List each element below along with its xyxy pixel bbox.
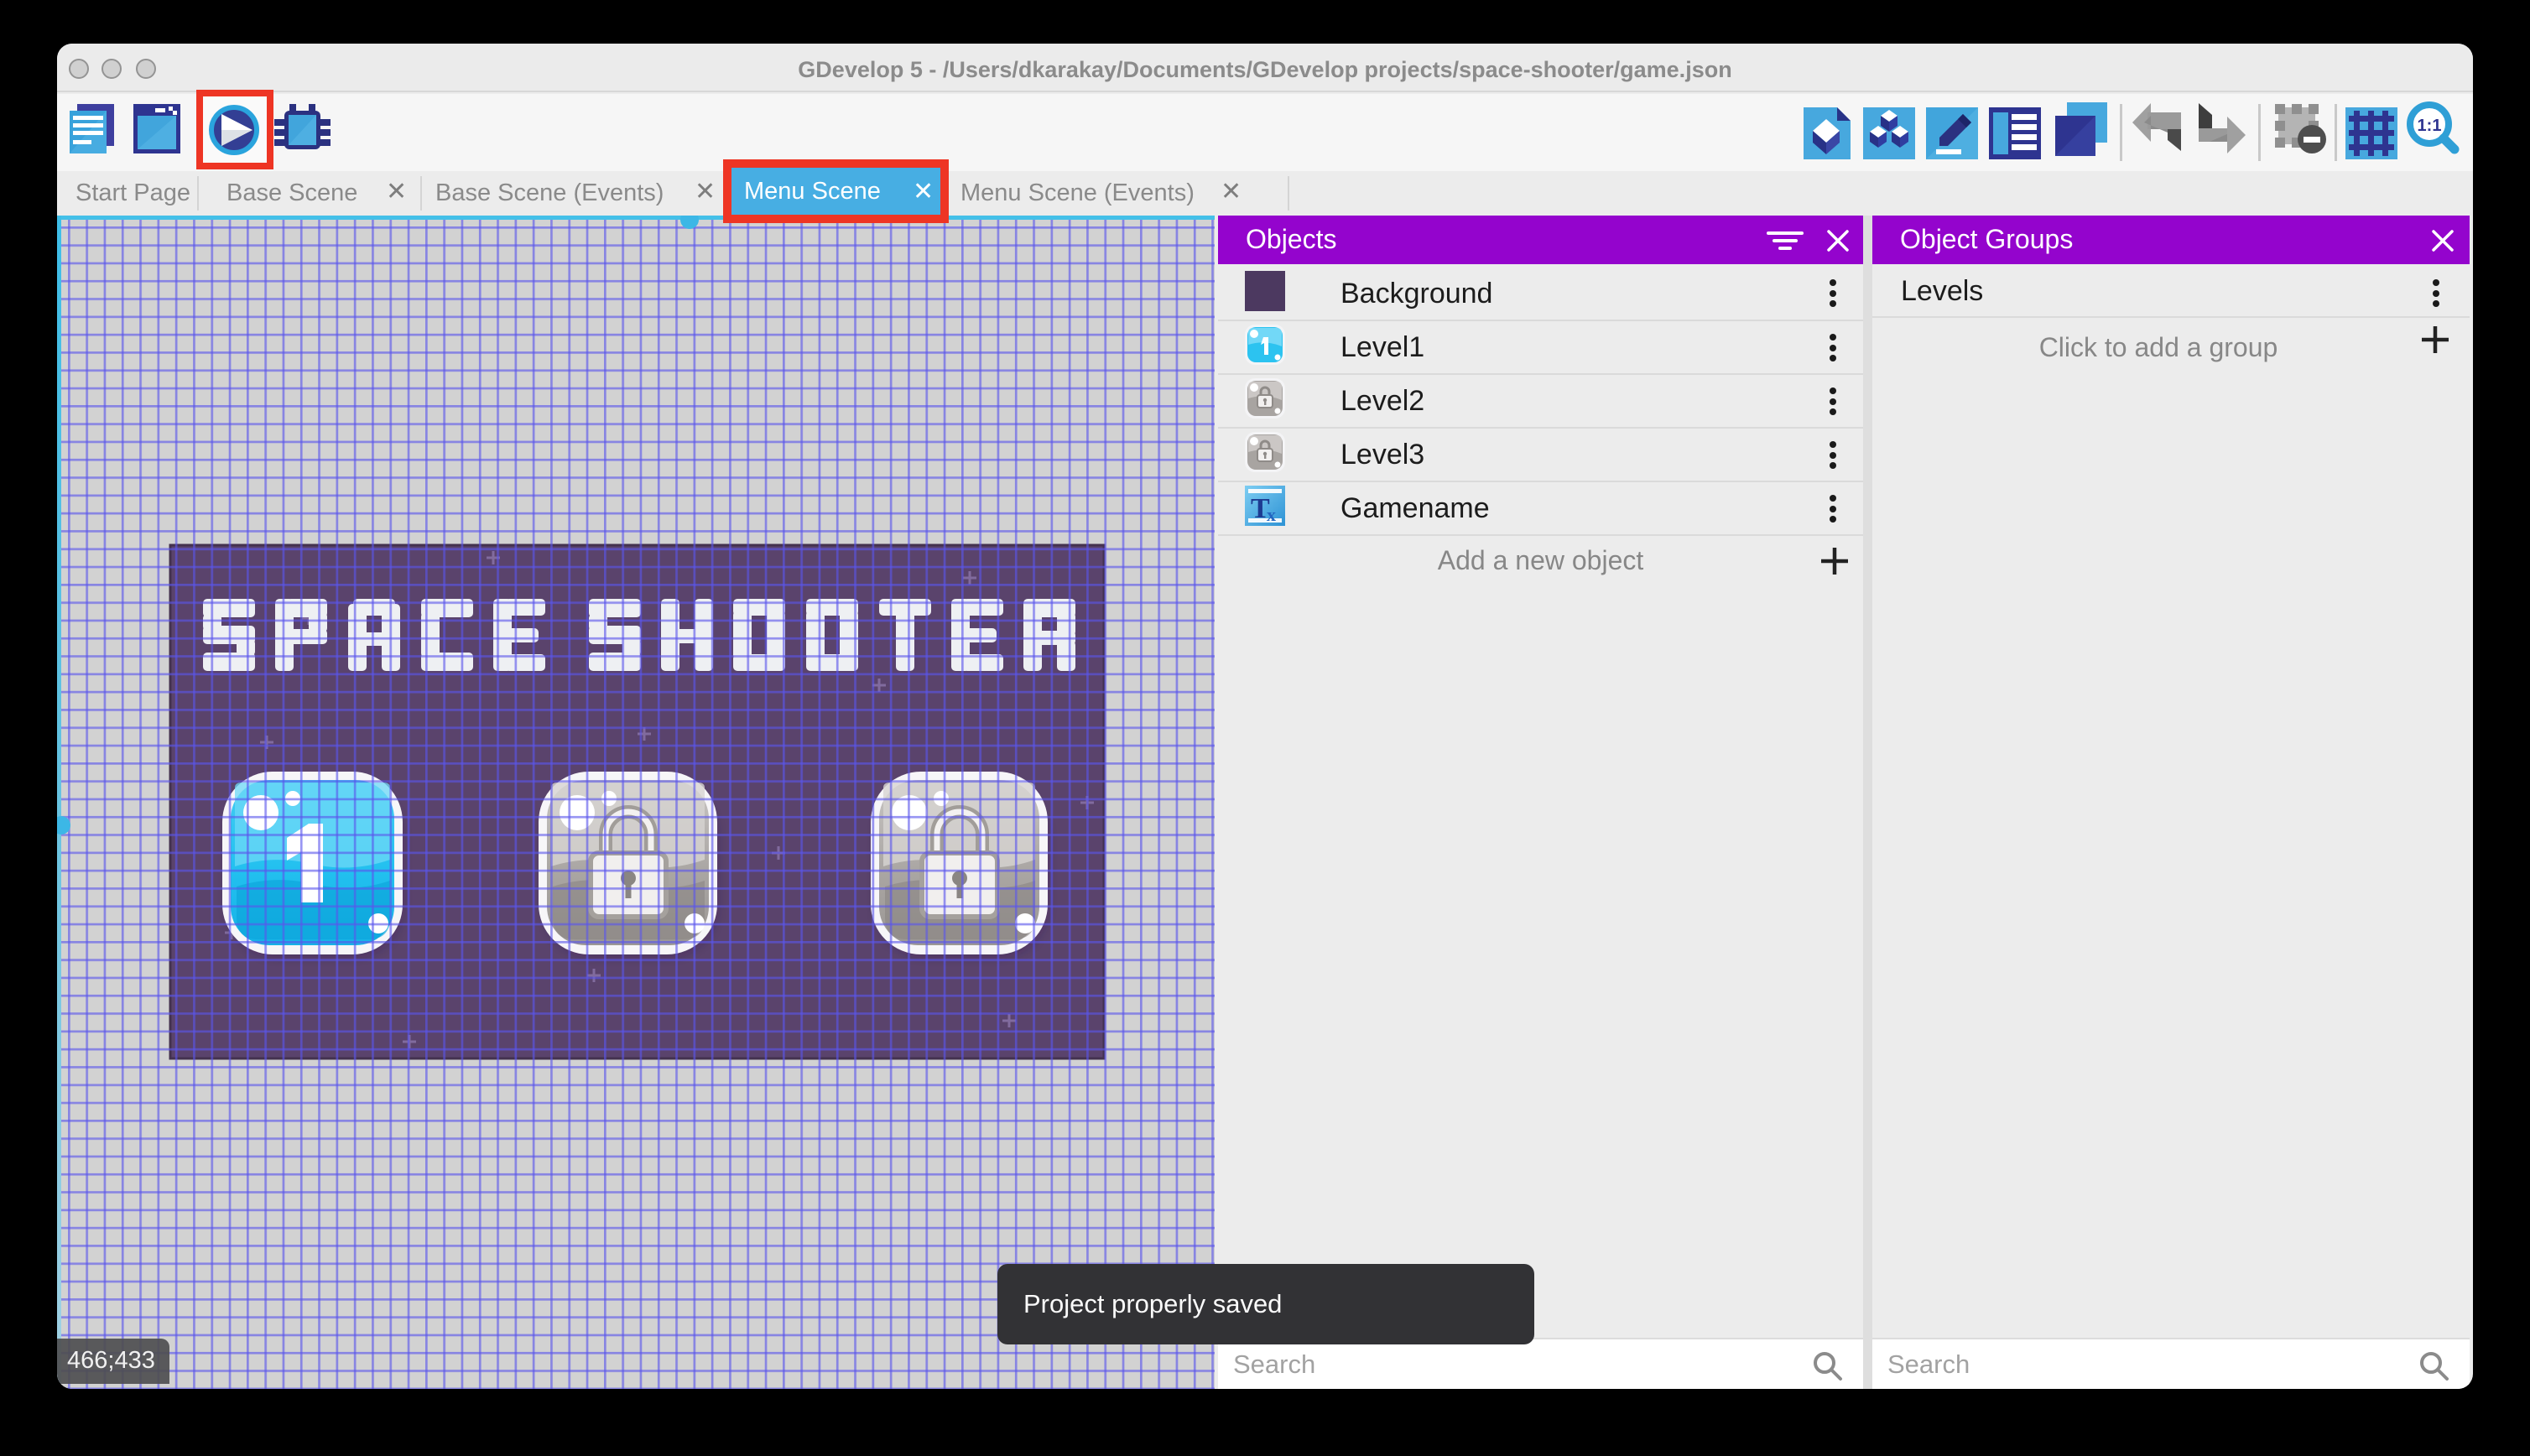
svg-text:x: x xyxy=(1267,504,1276,525)
svg-text:1:1: 1:1 xyxy=(2418,117,2442,135)
